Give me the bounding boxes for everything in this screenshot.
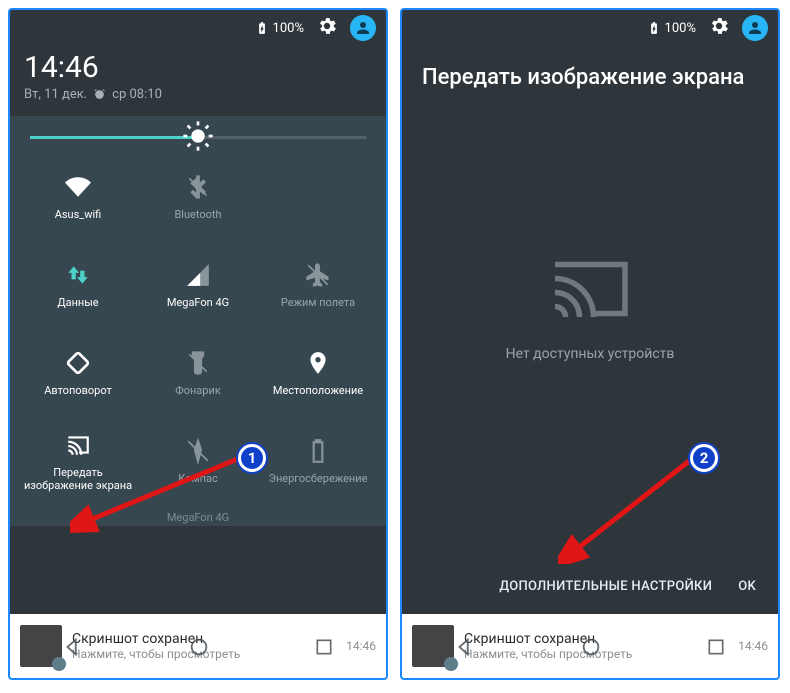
cast-ok-button[interactable]: OK <box>738 579 756 594</box>
tile-label: Фонарик <box>175 384 221 397</box>
annotation-badge-1: 1 <box>238 444 266 472</box>
cast-dialog-body: Нет доступных устройств <box>402 98 778 518</box>
tile-cast[interactable]: Передать изображение экрана <box>18 417 138 505</box>
screenshot-quick-settings: 100% 14:46 Вт, 11 дек. ср 08:10 <box>8 8 388 680</box>
cast-dialog-title: Передать изображение экрана <box>402 46 778 98</box>
alarm-icon <box>93 88 106 101</box>
settings-icon[interactable] <box>708 15 730 41</box>
clock-alarm: ср 08:10 <box>112 87 162 102</box>
battery-status: 100% <box>647 21 696 36</box>
cast-large-icon <box>547 254 633 324</box>
tile-label: Компас <box>178 472 217 485</box>
notif-thumbnail <box>20 625 62 667</box>
tile-label: Asus_wifi <box>55 208 102 221</box>
status-bar: 100% <box>402 10 778 46</box>
screenshot-cast-dialog: 100% Передать изображение экрана Нет дос… <box>400 8 780 680</box>
tile-label: Энергосбережение <box>269 472 368 485</box>
battery-percent: 100% <box>665 21 696 36</box>
notif-time: 14:46 <box>738 639 768 653</box>
tile-airplane[interactable]: Режим полета <box>258 241 378 329</box>
profile-avatar[interactable] <box>742 15 768 41</box>
tile-label: Передать изображение экрана <box>18 466 138 492</box>
brightness-icon <box>182 120 214 156</box>
cast-more-settings-button[interactable]: ДОПОЛНИТЕЛЬНЫЕ НАСТРОЙКИ <box>499 579 712 594</box>
tile-battery-saver[interactable]: Энергосбережение <box>258 417 378 505</box>
clock-block: 14:46 Вт, 11 дек. ср 08:10 <box>10 46 386 112</box>
cast-empty-text: Нет доступных устройств <box>506 346 675 362</box>
brightness-slider[interactable] <box>18 126 378 153</box>
cast-dialog-actions: ДОПОЛНИТЕЛЬНЫЕ НАСТРОЙКИ OK <box>402 558 778 614</box>
tile-label: Bluetooth <box>174 208 221 221</box>
location-icon <box>305 348 331 378</box>
cast-icon <box>65 430 91 460</box>
data-icon <box>65 260 91 290</box>
settings-icon[interactable] <box>316 15 338 41</box>
notif-title: Скриншот сохранен <box>72 631 336 647</box>
battery-percent: 100% <box>273 21 304 36</box>
clock-time: 14:46 <box>24 50 372 85</box>
tile-bluetooth[interactable]: Bluetooth <box>138 153 258 241</box>
rotate-icon <box>65 348 91 378</box>
tile-data[interactable]: Данные <box>18 241 138 329</box>
flashlight-icon <box>185 348 211 378</box>
notification-screenshot[interactable]: Скриншот сохранен Нажмите, чтобы просмот… <box>402 614 778 678</box>
carrier-label: MegaFon 4G <box>18 505 378 526</box>
compass-icon <box>185 436 211 466</box>
tile-label: Режим полета <box>281 296 355 309</box>
airplane-icon <box>305 260 331 290</box>
signal-icon <box>185 260 211 290</box>
profile-avatar[interactable] <box>350 15 376 41</box>
notif-subtitle: Нажмите, чтобы просмотреть <box>464 647 728 661</box>
tile-rotate[interactable]: Автоповорот <box>18 329 138 417</box>
tile-wifi[interactable]: Asus_wifi <box>18 153 138 241</box>
battery-status: 100% <box>255 21 304 36</box>
tile-label: Местоположение <box>273 384 363 397</box>
tiles-grid: Asus_wifi Bluetooth Данные MegaFon 4G Ре… <box>18 153 378 505</box>
tile-location[interactable]: Местоположение <box>258 329 378 417</box>
tile-signal[interactable]: MegaFon 4G <box>138 241 258 329</box>
tile-label: Автоповорот <box>44 384 112 397</box>
notif-time: 14:46 <box>346 639 376 653</box>
battery-saver-icon <box>305 436 331 466</box>
notif-thumbnail <box>412 625 454 667</box>
clock-date: Вт, 11 дек. <box>24 87 87 102</box>
wifi-icon <box>65 172 91 202</box>
tile-label: MegaFon 4G <box>167 296 229 309</box>
tile-flashlight[interactable]: Фонарик <box>138 329 258 417</box>
notification-screenshot[interactable]: Скриншот сохранен Нажмите, чтобы просмот… <box>10 614 386 678</box>
notif-subtitle: Нажмите, чтобы просмотреть <box>72 647 336 661</box>
quick-settings-panel: Asus_wifi Bluetooth Данные MegaFon 4G Ре… <box>10 116 386 526</box>
notif-title: Скриншот сохранен <box>464 631 728 647</box>
bluetooth-icon <box>185 172 211 202</box>
annotation-badge-2: 2 <box>690 444 718 472</box>
tile-label: Данные <box>57 296 98 309</box>
status-bar: 100% <box>10 10 386 46</box>
